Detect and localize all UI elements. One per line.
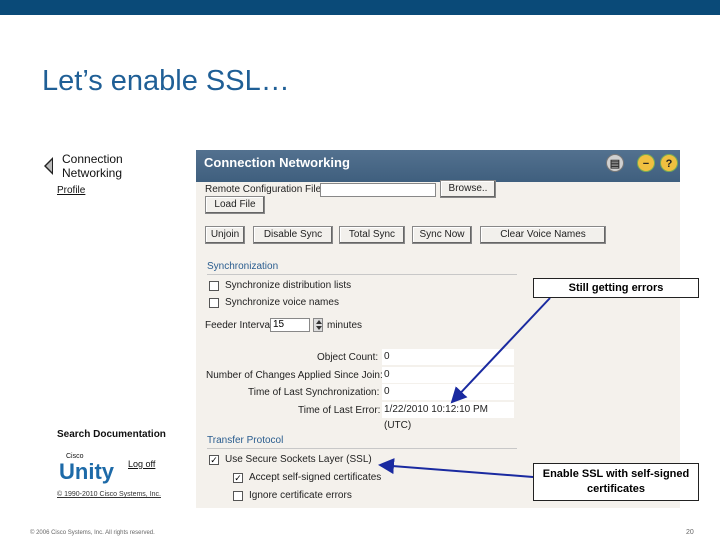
errors-arrow (450, 297, 551, 404)
ssl-arrow (378, 458, 534, 478)
errors-callout: Still getting errors (533, 278, 699, 298)
footer-copyright: © 2006 Cisco Systems, Inc. All rights re… (30, 530, 155, 536)
callout-arrows (378, 297, 551, 478)
page-number: 20 (686, 529, 694, 536)
enable-ssl-callout: Enable SSL with self-signed certificates (533, 463, 699, 501)
